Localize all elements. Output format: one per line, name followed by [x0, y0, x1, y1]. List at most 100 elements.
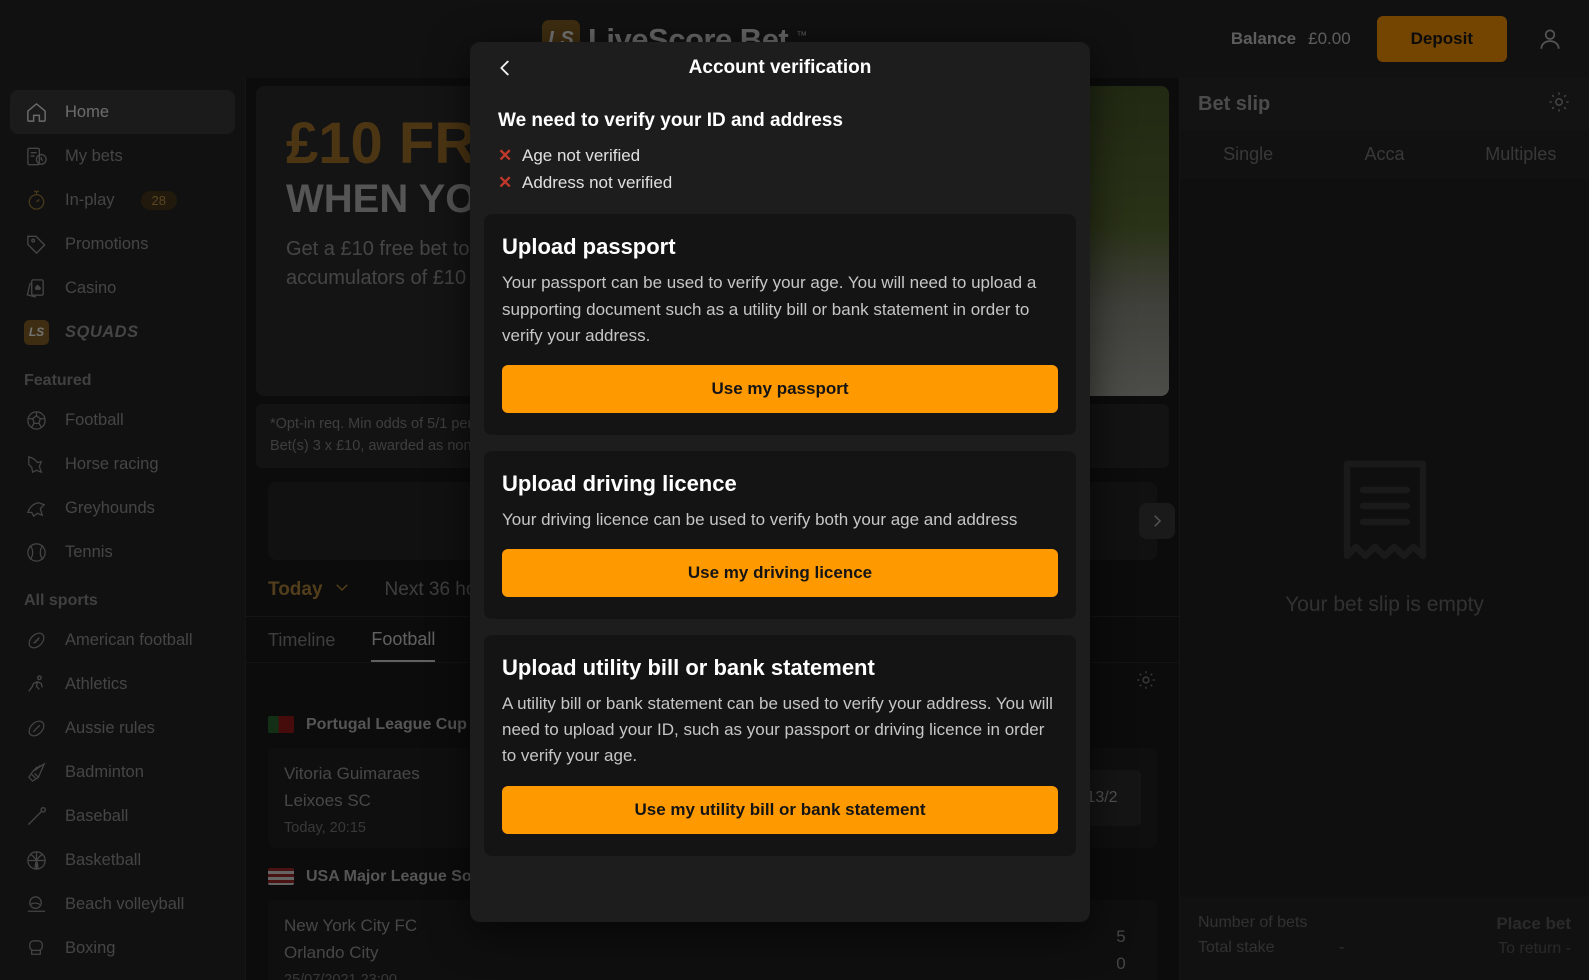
status-label: Address not verified [522, 173, 673, 193]
total-stake-row: Total stake - [1198, 936, 1344, 961]
deposit-button[interactable]: Deposit [1376, 16, 1507, 62]
balance-label: Balance [1230, 29, 1297, 48]
chevron-left-icon[interactable] [490, 53, 520, 83]
place-bet-button[interactable]: Place bet [1496, 911, 1571, 937]
bet-slip-summary: Number of bets Total stake - [1198, 911, 1344, 962]
upload-utility-bill-card: Upload utility bill or bank statement A … [484, 635, 1076, 856]
sidebar-item-american-football[interactable]: American football [10, 618, 235, 662]
modal-scroll-area[interactable]: We need to verify your ID and address ✕ … [470, 94, 1090, 922]
card-title: Upload driving licence [502, 470, 737, 496]
away-score: 0 [1116, 954, 1126, 974]
sidebar-item-label: Aussie rules [65, 718, 155, 737]
sidebar-item-basketball[interactable]: Basketball [10, 838, 235, 882]
chevron-right-icon[interactable] [1139, 502, 1175, 539]
match-time: 25/07/2021 23:00 [284, 972, 1101, 980]
modal-title: Account verification [688, 57, 872, 78]
use-my-utility-bill-button[interactable]: Use my utility bill or bank statement [502, 785, 1058, 834]
home-score: 5 [1116, 926, 1126, 946]
tab-multiples[interactable]: Multiples [1453, 130, 1589, 179]
tab-single[interactable]: Single [1180, 130, 1316, 179]
use-my-driving-licence-button[interactable]: Use my driving licence [502, 549, 1058, 598]
sidebar-item-label: Home [65, 102, 110, 121]
basketball-icon [24, 848, 49, 873]
sidebar-item-in-play[interactable]: In-play 28 [10, 178, 235, 222]
sidebar-item-tennis[interactable]: Tennis [10, 530, 235, 574]
bet-slip-panel: Bet slip Single Acca Multiples Your bet … [1179, 78, 1589, 980]
sidebar-item-badminton[interactable]: Badminton [10, 750, 235, 794]
sidebar-item-aussie-rules[interactable]: Aussie rules [10, 706, 235, 750]
bet-slip-tabs: Single Acca Multiples [1180, 130, 1589, 179]
tennis-ball-icon [24, 540, 49, 565]
header-right-group: Balance £0.00 Deposit [1231, 16, 1567, 62]
to-return-value: - [1565, 940, 1571, 958]
card-description: Your driving licence can be used to veri… [502, 509, 1018, 529]
sidebar-item-baseball[interactable]: Baseball [10, 794, 235, 838]
balance-display: Balance £0.00 [1231, 29, 1351, 49]
card-title: Upload utility bill or bank statement [502, 655, 875, 681]
to-return-label: To return [1498, 940, 1562, 958]
verification-heading: We need to verify your ID and address [498, 110, 843, 131]
bet-slip-title: Bet slip [1198, 92, 1271, 115]
in-play-count-badge: 28 [140, 190, 177, 210]
sidebar-item-athletics[interactable]: Athletics [10, 662, 235, 706]
bet-slip-empty-state: Your bet slip is empty [1180, 179, 1589, 897]
aussie-rules-icon [24, 716, 49, 741]
cards-icon [24, 276, 49, 301]
tab-acca[interactable]: Acca [1316, 130, 1452, 179]
number-of-bets-label: Number of bets [1198, 913, 1308, 931]
ls-badge: LS [24, 319, 49, 345]
sidebar-item-label: Boxing [65, 938, 116, 957]
sidebar-item-label: SQUADS [65, 322, 139, 341]
card-description: A utility bill or bank statement can be … [502, 694, 1053, 766]
sidebar-item-beach-volleyball[interactable]: Beach volleyball [10, 882, 235, 926]
modal-header: Account verification [470, 42, 1090, 94]
away-team: Orlando City [284, 943, 379, 963]
horse-racing-icon [24, 452, 49, 477]
gear-icon[interactable] [1547, 90, 1571, 119]
tab-football[interactable]: Football [371, 629, 436, 662]
gear-icon[interactable] [1135, 669, 1157, 696]
bet-slip-actions: Place bet To return - [1496, 911, 1571, 962]
sidebar-item-label: Greyhounds [65, 498, 155, 517]
sidebar-item-label: American football [65, 630, 193, 649]
sidebar-item-label: Football [65, 410, 124, 429]
sidebar-item-horse-racing[interactable]: Horse racing [10, 442, 235, 486]
sidebar-item-promotions[interactable]: Promotions [10, 222, 235, 266]
total-stake-value: - [1338, 938, 1345, 956]
sidebar-heading-featured: Featured [24, 372, 92, 389]
flag-pt-icon [268, 716, 294, 733]
status-label: Age not verified [522, 146, 641, 165]
sidebar-item-label: Tennis [65, 542, 113, 561]
sidebar-item-boxing[interactable]: Boxing [10, 926, 235, 970]
balance-value: £0.00 [1308, 29, 1351, 48]
app-root: LS LiveScore Bet ™ Balance £0.00 Deposit [0, 0, 1589, 980]
greyhound-icon [24, 496, 49, 521]
sidebar-item-home[interactable]: Home [10, 90, 235, 134]
today-filter[interactable]: Today [268, 578, 351, 602]
sidebar-item-squads[interactable]: LS SQUADS [10, 310, 235, 354]
tab-timeline[interactable]: Timeline [268, 630, 335, 661]
chevron-down-icon [333, 578, 351, 602]
sidebar-item-greyhounds[interactable]: Greyhounds [10, 486, 235, 530]
use-my-passport-button[interactable]: Use my passport [502, 364, 1058, 413]
athletics-icon [24, 672, 49, 697]
user-icon[interactable] [1533, 22, 1567, 56]
flag-us-icon [268, 868, 294, 886]
total-stake-label: Total stake [1198, 938, 1275, 956]
home-icon [24, 100, 49, 125]
sidebar-item-label: Badminton [65, 762, 144, 781]
bet-slip-empty-text: Your bet slip is empty [1285, 593, 1484, 617]
league-name: Portugal League Cup [306, 715, 467, 733]
bet-slip-footer: Number of bets Total stake - Place bet T… [1180, 896, 1589, 980]
stopwatch-icon [24, 188, 49, 213]
x-icon: ✕ [498, 173, 513, 193]
receipt-icon [1335, 458, 1435, 575]
baseball-icon [24, 804, 49, 829]
sidebar-item-my-bets[interactable]: My bets [10, 134, 235, 178]
sidebar-item-label: Beach volleyball [65, 894, 185, 913]
sidebar-item-casino[interactable]: Casino [10, 266, 235, 310]
sidebar-item-label: Baseball [65, 806, 129, 825]
status-age-not-verified: ✕ Age not verified [498, 142, 1062, 169]
sidebar-item-football[interactable]: Football [10, 398, 235, 442]
today-filter-label: Today [268, 578, 323, 600]
